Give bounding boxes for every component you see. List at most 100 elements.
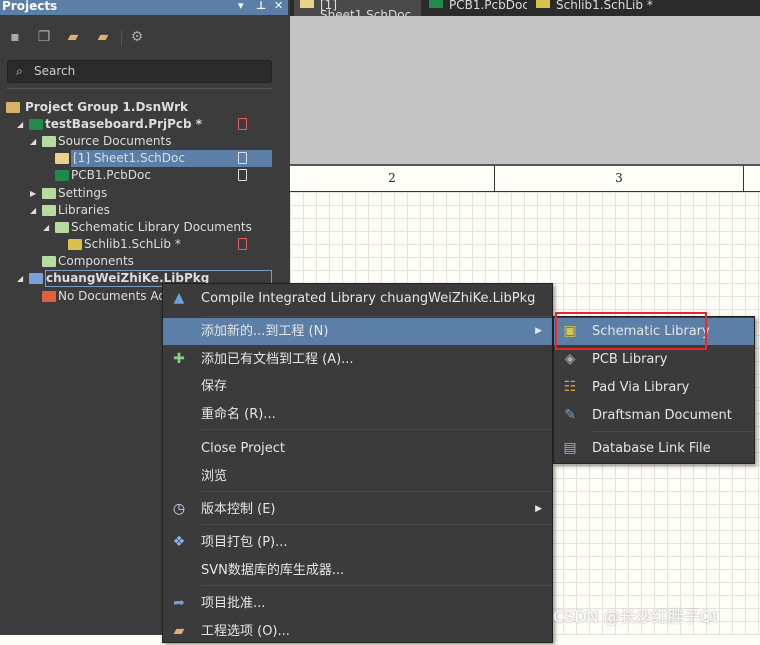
- tree-item[interactable]: ◢ Schematic Library Documents: [0, 219, 273, 236]
- tree-item-label: Schlib1.SchLib *: [84, 237, 181, 251]
- menu-separator: [201, 429, 552, 430]
- folder-icon: [42, 136, 56, 147]
- tree-item[interactable]: ◢ Libraries: [0, 202, 273, 219]
- libpkg-icon: [29, 273, 43, 284]
- menu-item[interactable]: 重命名 (R)...: [163, 401, 552, 428]
- tree-item-label: Libraries: [58, 203, 110, 217]
- collapse-icon[interactable]: ◢: [30, 202, 38, 219]
- tree-item[interactable]: PCB1.PcbDoc: [0, 167, 273, 184]
- saved-doc-icon: [238, 152, 247, 164]
- pcbdoc-icon: [429, 0, 443, 8]
- tab-label: PCB1.PcbDoc: [449, 0, 527, 12]
- pin-icon[interactable]: ⊥: [256, 0, 266, 12]
- menu-separator: [201, 524, 552, 525]
- compile-icon: ▲: [173, 290, 185, 306]
- tree-item-label: Settings: [58, 186, 108, 200]
- menu-item[interactable]: ◈ PCB Library: [554, 346, 754, 373]
- menu-item-label: Draftsman Document: [592, 408, 732, 423]
- tree-item[interactable]: [1] Sheet1.SchDoc: [0, 150, 273, 167]
- tree-item-label: Source Documents: [58, 134, 172, 148]
- collapse-icon[interactable]: ◢: [17, 116, 25, 133]
- menu-item-label: 添加已有文档到工程 (A)...: [201, 352, 354, 367]
- tree-item-label: Project Group 1.DsnWrk: [25, 100, 189, 114]
- menu-item-label: 添加新的...到工程 (N): [201, 324, 329, 339]
- tab-schlib1-schlib[interactable]: Schlib1.SchLib *: [530, 0, 660, 16]
- search-icon: ⌕: [16, 64, 23, 78]
- menu-item[interactable]: ❖ 项目打包 (P)...: [163, 529, 552, 556]
- padvia-icon: ☷: [563, 379, 577, 395]
- menu-item-label: Pad Via Library: [592, 380, 690, 395]
- tab-label: [1] Sheet1.SchDoc: [320, 0, 412, 16]
- tab-sheet1-schdoc[interactable]: [1] Sheet1.SchDoc: [294, 0, 421, 16]
- draftsman-icon: ✎: [564, 407, 576, 423]
- menu-item[interactable]: 保存: [163, 373, 552, 400]
- database-icon: ▤: [563, 440, 577, 456]
- menu-item-label: SVN数据库的库生成器...: [201, 563, 345, 578]
- close-icon[interactable]: ✕: [274, 0, 283, 12]
- ruler-cell-2: 2: [290, 166, 495, 191]
- folder-icon: [42, 256, 56, 267]
- document-tabs: [1] Sheet1.SchDoc PCB1.PcbDoc Schlib1.Sc…: [290, 0, 760, 16]
- tree-item[interactable]: ◢ testBaseboard.PrjPcb *: [0, 116, 273, 133]
- menu-item-label: Close Project: [201, 441, 286, 456]
- tab-label: Schlib1.SchLib *: [556, 0, 653, 12]
- menu-item[interactable]: ◷ 版本控制 (E) ▶: [163, 496, 552, 523]
- copy-icon[interactable]: ❐: [36, 29, 52, 45]
- tree-item[interactable]: ▶ Settings: [0, 185, 273, 202]
- dropdown-icon[interactable]: ▾: [238, 0, 244, 12]
- modified-doc-icon: [238, 118, 247, 130]
- menu-item-label: 重命名 (R)...: [201, 407, 276, 422]
- folder-icon: [55, 222, 69, 233]
- folder-search-icon[interactable]: ▰: [65, 29, 81, 45]
- collapse-icon[interactable]: ◢: [43, 219, 51, 236]
- menu-item-label: 版本控制 (E): [201, 502, 276, 517]
- dropbox-icon: ❖: [172, 534, 186, 550]
- menu-item[interactable]: ✚ 添加已有文档到工程 (A)...: [163, 346, 552, 373]
- pcbdoc-icon: [55, 170, 69, 181]
- menu-item-label: 项目打包 (P)...: [201, 535, 288, 550]
- tree-item-label: Components: [58, 254, 134, 268]
- search-placeholder: Search: [34, 64, 76, 78]
- folder-options-icon: ▰: [173, 623, 185, 639]
- menu-item[interactable]: ▲ Compile Integrated Library chuangWeiZhi…: [163, 285, 552, 312]
- menu-separator: [201, 316, 552, 317]
- tree-item[interactable]: ◢ Source Documents: [0, 133, 273, 150]
- menu-item[interactable]: ▰ 工程选项 (O)...: [163, 618, 552, 645]
- tab-pcb1-pcbdoc[interactable]: PCB1.PcbDoc: [423, 0, 527, 16]
- collapse-icon[interactable]: ◢: [30, 133, 38, 150]
- tree-item[interactable]: Components: [0, 253, 273, 270]
- tree-item[interactable]: Schlib1.SchLib *: [0, 236, 273, 253]
- menu-item-label: 保存: [201, 379, 228, 394]
- menu-item[interactable]: 浏览: [163, 463, 552, 490]
- menu-separator: [592, 431, 754, 432]
- menu-item-label: Compile Integrated Library chuangWeiZhiK…: [201, 291, 536, 306]
- folder-settings-icon[interactable]: ▰: [95, 29, 111, 45]
- menu-item[interactable]: ➦ 项目批准...: [163, 590, 552, 617]
- expand-icon[interactable]: ▶: [30, 185, 38, 202]
- menu-item-label: 工程选项 (O)...: [201, 624, 290, 639]
- panel-header: Projects ▾ ⊥ ✕: [0, 0, 288, 15]
- menu-item[interactable]: ▤ Database Link File: [554, 435, 754, 462]
- save-icon[interactable]: ▪: [7, 29, 23, 45]
- menu-item[interactable]: ✎ Draftsman Document: [554, 402, 754, 429]
- sheet-border-ruler: 2 3: [290, 164, 760, 192]
- gear-icon[interactable]: ⚙: [129, 29, 145, 45]
- search-input[interactable]: ⌕ Search: [7, 60, 272, 83]
- context-menu: ▲ Compile Integrated Library chuangWeiZhi…: [162, 283, 553, 643]
- collapse-icon[interactable]: ◢: [17, 270, 25, 287]
- folder-icon: [42, 205, 56, 216]
- divider: [7, 88, 272, 89]
- menu-item-label: Database Link File: [592, 441, 711, 456]
- menu-item[interactable]: ☷ Pad Via Library: [554, 374, 754, 401]
- folder-icon: [42, 188, 56, 199]
- menu-item-label: PCB Library: [592, 352, 668, 367]
- tree-item-label: PCB1.PcbDoc: [71, 168, 151, 182]
- toolbar-divider: [121, 30, 122, 46]
- ruler-cell-3: 3: [495, 166, 744, 191]
- menu-item[interactable]: SVN数据库的库生成器...: [163, 557, 552, 584]
- tree-item-label: testBaseboard.PrjPcb *: [45, 117, 203, 131]
- tree-item[interactable]: Project Group 1.DsnWrk: [0, 99, 273, 116]
- menu-item[interactable]: Close Project: [163, 435, 552, 462]
- menu-item[interactable]: 添加新的...到工程 (N) ▶: [163, 318, 552, 345]
- menu-separator: [201, 585, 552, 586]
